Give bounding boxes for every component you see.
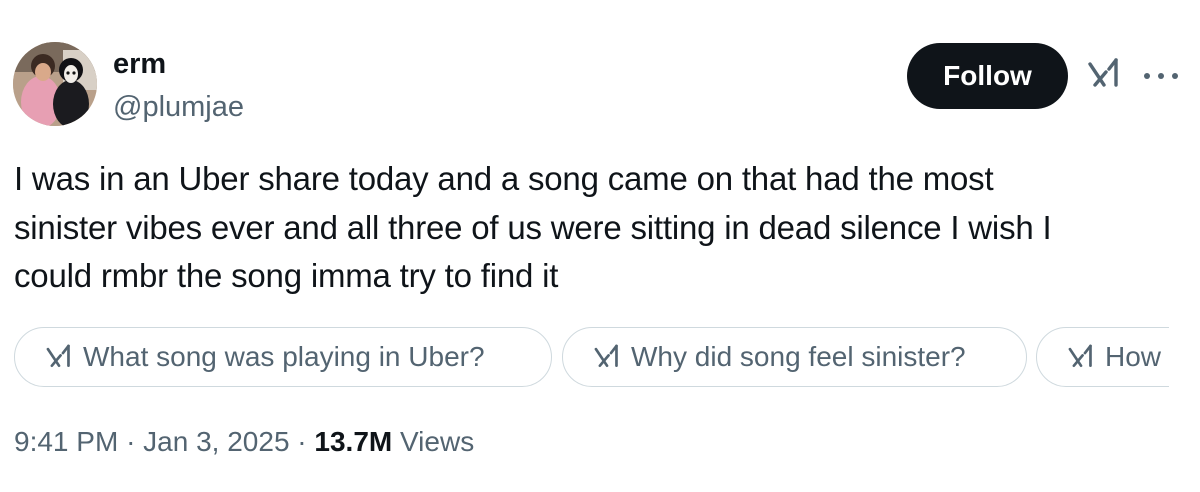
suggestion-label: What song was playing in Uber? xyxy=(83,341,485,372)
tweet-text-line: I was in an Uber share today and a song … xyxy=(14,160,994,197)
tweet-meta: 9:41 PM · Jan 3, 2025 · 13.7M Views xyxy=(14,422,474,462)
suggestion-chip[interactable]: Why did song feel sinister? xyxy=(562,327,1027,387)
follow-button[interactable]: Follow xyxy=(907,43,1068,109)
grok-icon xyxy=(1068,344,1092,368)
avatar-image xyxy=(13,42,97,126)
tweet-time[interactable]: 9:41 PM xyxy=(14,426,118,457)
grok-suggestions: What song was playing in Uber? Why did s… xyxy=(14,327,1169,391)
avatar[interactable] xyxy=(13,42,97,126)
views-count[interactable]: 13.7M xyxy=(314,426,392,457)
more-options-icon[interactable] xyxy=(1140,60,1182,90)
suggestion-chip[interactable]: How xyxy=(1036,327,1169,387)
suggestion-label: Why did song feel sinister? xyxy=(631,341,966,372)
display-name[interactable]: erm xyxy=(113,46,244,82)
user-info: erm @plumjae xyxy=(113,46,244,126)
user-handle[interactable]: @plumjae xyxy=(113,88,244,126)
views-label: Views xyxy=(400,426,475,457)
meta-separator: · xyxy=(126,426,136,457)
suggestion-label: How xyxy=(1105,341,1162,372)
tweet-date[interactable]: Jan 3, 2025 xyxy=(143,426,289,457)
grok-icon[interactable] xyxy=(1085,55,1123,93)
tweet-text: I was in an Uber share today and a song … xyxy=(14,155,1174,301)
meta-separator: · xyxy=(297,426,307,457)
tweet-text-line: could rmbr the song imma try to find it xyxy=(14,257,559,294)
tweet-card: erm @plumjae Follow I was in an Uber sha… xyxy=(0,0,1200,492)
suggestion-chip[interactable]: What song was playing in Uber? xyxy=(14,327,552,387)
grok-icon xyxy=(594,344,618,368)
tweet-text-line: sinister vibes ever and all three of us … xyxy=(14,208,1052,246)
grok-icon xyxy=(46,344,70,368)
